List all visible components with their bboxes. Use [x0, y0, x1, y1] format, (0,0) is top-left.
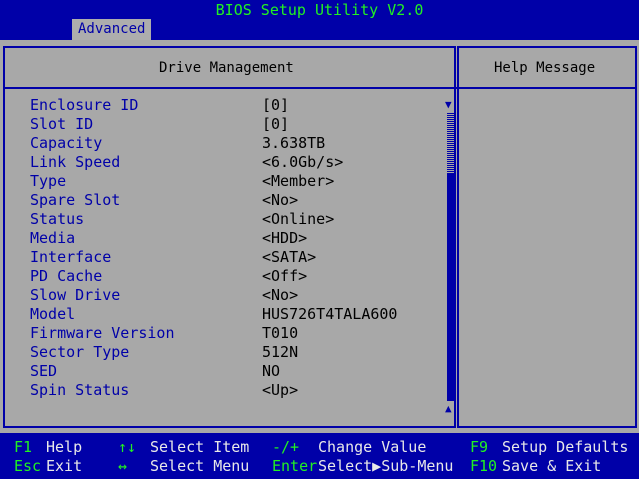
- setting-value[interactable]: <No>: [262, 191, 298, 210]
- setting-label[interactable]: SED: [30, 362, 57, 381]
- enter-desc: Select▶Sub-Menu: [318, 457, 454, 475]
- setting-value[interactable]: NO: [262, 362, 280, 381]
- footer-bar: F1 Help Esc Exit ↑↓ Select Item ↔ Select…: [0, 433, 639, 479]
- window-title: BIOS Setup Utility V2.0: [0, 0, 639, 20]
- help-message-heading: Help Message: [494, 60, 596, 76]
- setting-label[interactable]: Status: [30, 210, 84, 229]
- header-divider: [3, 87, 637, 89]
- setting-value[interactable]: <Member>: [262, 172, 334, 191]
- setting-value[interactable]: <SATA>: [262, 248, 316, 267]
- setting-value[interactable]: HUS726T4TALA600: [262, 305, 397, 324]
- setting-label[interactable]: Link Speed: [30, 153, 120, 172]
- setting-label[interactable]: Slot ID: [30, 115, 93, 134]
- setting-label[interactable]: Firmware Version: [30, 324, 175, 343]
- setting-label[interactable]: Sector Type: [30, 343, 129, 362]
- tab-advanced[interactable]: Advanced: [72, 19, 152, 40]
- setting-label[interactable]: Slow Drive: [30, 286, 120, 305]
- setting-value[interactable]: <Online>: [262, 210, 334, 229]
- setting-label[interactable]: PD Cache: [30, 267, 102, 286]
- leftright-arrows-icon: ↔: [118, 457, 128, 475]
- help-frame: [459, 46, 637, 428]
- setting-label[interactable]: Media: [30, 229, 75, 248]
- setting-label[interactable]: Interface: [30, 248, 111, 267]
- setting-value[interactable]: <Off>: [262, 267, 307, 286]
- setting-label[interactable]: Enclosure ID: [30, 96, 138, 115]
- scroll-down-icon[interactable]: ▼: [445, 99, 452, 111]
- column-divider: [457, 46, 459, 428]
- enter-key: Enter: [272, 457, 318, 475]
- setting-value[interactable]: <HDD>: [262, 229, 307, 248]
- scroll-up-icon[interactable]: ▲: [445, 403, 452, 415]
- setting-value[interactable]: <No>: [262, 286, 298, 305]
- setting-label[interactable]: Model: [30, 305, 75, 324]
- setting-label[interactable]: Spare Slot: [30, 191, 120, 210]
- esc-desc: Exit: [46, 457, 83, 475]
- setting-value[interactable]: 3.638TB: [262, 134, 325, 153]
- f1-desc: Help: [46, 438, 83, 456]
- f1-key: F1: [14, 438, 33, 456]
- setting-label[interactable]: Type: [30, 172, 66, 191]
- f9-desc: Setup Defaults: [502, 438, 629, 456]
- esc-key: Esc: [14, 457, 42, 475]
- scrollbar-thumb[interactable]: [447, 113, 454, 173]
- setting-label[interactable]: Spin Status: [30, 381, 129, 400]
- updown-desc: Select Item: [150, 438, 250, 456]
- setting-value[interactable]: <Up>: [262, 381, 298, 400]
- setting-label[interactable]: Capacity: [30, 134, 102, 153]
- f10-key: F10: [470, 457, 498, 475]
- setting-value[interactable]: 512N: [262, 343, 298, 362]
- setting-value[interactable]: <6.0Gb/s>: [262, 153, 343, 172]
- f9-key: F9: [470, 438, 489, 456]
- setting-value[interactable]: [0]: [262, 96, 289, 115]
- plusminus-desc: Change Value: [318, 438, 427, 456]
- f10-desc: Save & Exit: [502, 457, 602, 475]
- updown-arrows-icon: ↑↓: [118, 438, 137, 456]
- plusminus-key: -/+: [272, 438, 300, 456]
- drive-management-heading: Drive Management: [159, 60, 294, 76]
- setting-value[interactable]: T010: [262, 324, 298, 343]
- setting-value[interactable]: [0]: [262, 115, 289, 134]
- leftright-desc: Select Menu: [150, 457, 250, 475]
